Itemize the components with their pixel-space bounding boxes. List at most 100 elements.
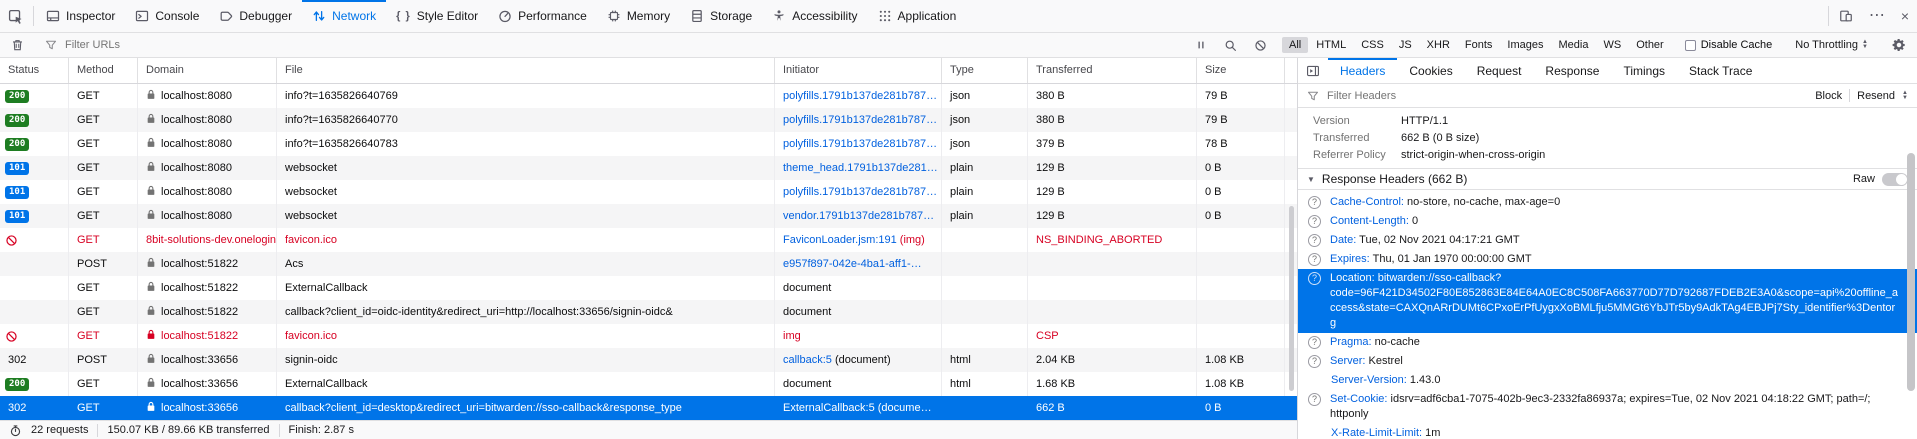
requests-scrollbar-thumb[interactable] [1289, 206, 1294, 391]
disable-cache-control[interactable]: Disable Cache [1678, 39, 1780, 51]
filter-all[interactable]: All [1282, 37, 1308, 53]
header-row[interactable]: X-Rate-Limit-Limit: 1m [1298, 424, 1917, 439]
initiator-link[interactable]: theme_head.1791b137de281… [783, 162, 938, 174]
filter-urls-input[interactable] [63, 38, 363, 52]
pause-traffic-button[interactable] [1187, 39, 1215, 51]
filter-css[interactable]: CSS [1354, 37, 1391, 53]
initiator-link[interactable]: polyfills.1791b137de281b787… [783, 186, 937, 198]
initiator-link[interactable]: vendor.1791b137de281b787… [783, 210, 934, 222]
cell-transferred: 662 B [1028, 396, 1197, 420]
column-header-size[interactable]: Size [1197, 58, 1285, 83]
filter-html[interactable]: HTML [1309, 37, 1353, 53]
column-header-type[interactable]: Type [942, 58, 1028, 83]
help-icon[interactable]: ? [1308, 196, 1321, 209]
raw-toggle[interactable] [1882, 173, 1908, 186]
request-row[interactable]: 101GETlocalhost:8080websocketvendor.1791… [0, 204, 1297, 228]
cell-initiator: document [775, 372, 942, 396]
filter-media[interactable]: Media [1552, 37, 1596, 53]
request-row[interactable]: 200GETlocalhost:8080info?t=1635826640770… [0, 108, 1297, 132]
tab-storage[interactable]: Storage [680, 0, 762, 32]
throttling-select[interactable]: No Throttling ▲▼ [1786, 39, 1877, 51]
details-tab-headers[interactable]: Headers [1328, 58, 1397, 83]
request-row[interactable]: 302POSTlocalhost:33656signin-oidccallbac… [0, 348, 1297, 372]
initiator-link[interactable]: callback:5 [783, 354, 832, 366]
request-row[interactable]: GETlocalhost:51822favicon.icoimgCSP [0, 324, 1297, 348]
request-row[interactable]: GETlocalhost:51822callback?client_id=oid… [0, 300, 1297, 324]
tab-application[interactable]: Application [868, 0, 967, 32]
tab-debugger[interactable]: Debugger [209, 0, 302, 32]
header-row[interactable]: Server-Version: 1.43.0 [1298, 371, 1917, 390]
request-row[interactable]: 200GETlocalhost:8080info?t=1635826640783… [0, 132, 1297, 156]
initiator-link[interactable]: polyfills.1791b137de281b787… [783, 114, 937, 126]
header-row[interactable]: ?Location: bitwarden://sso-callback?code… [1298, 269, 1917, 333]
help-icon[interactable]: ? [1308, 355, 1321, 368]
request-row[interactable]: 101GETlocalhost:8080websocketpolyfills.1… [0, 180, 1297, 204]
request-row[interactable]: 101GETlocalhost:8080websockettheme_head.… [0, 156, 1297, 180]
initiator-link[interactable]: e957f897-042e-4ba1-aff1-… [783, 258, 922, 270]
header-row[interactable]: ?Set-Cookie: idsrv=adf6cba1-7075-402b-9e… [1298, 390, 1917, 424]
details-scrollbar-thumb[interactable] [1907, 153, 1915, 391]
request-row[interactable]: 200GETlocalhost:33656ExternalCallbackdoc… [0, 372, 1297, 396]
column-header-method[interactable]: Method [69, 58, 138, 83]
filter-images[interactable]: Images [1500, 37, 1550, 53]
split-console-button[interactable] [1298, 58, 1328, 83]
header-row[interactable]: ?Server: Kestrel [1298, 352, 1917, 371]
filter-js[interactable]: JS [1392, 37, 1419, 53]
close-devtools-button[interactable]: × [1893, 0, 1917, 32]
help-icon[interactable]: ? [1308, 272, 1321, 285]
resend-button[interactable]: Resend [1857, 90, 1895, 102]
details-tab-cookies[interactable]: Cookies [1397, 58, 1464, 83]
initiator-link[interactable]: polyfills.1791b137de281b787… [783, 90, 937, 102]
tab-accessibility[interactable]: Accessibility [762, 0, 867, 32]
help-icon[interactable]: ? [1308, 393, 1321, 406]
tab-network[interactable]: Network [302, 0, 386, 32]
block-requests-button[interactable] [1246, 39, 1275, 52]
filter-other[interactable]: Other [1629, 37, 1671, 53]
column-header-transferred[interactable]: Transferred [1028, 58, 1197, 83]
column-header-domain[interactable]: Domain [138, 58, 277, 83]
responsive-design-button[interactable] [1831, 0, 1861, 32]
filter-urls-box[interactable] [37, 38, 1187, 52]
tab-style-editor[interactable]: { }Style Editor [386, 0, 488, 32]
filter-xhr[interactable]: XHR [1420, 37, 1457, 53]
column-header-status[interactable]: Status [0, 58, 69, 83]
column-header-file[interactable]: File [277, 58, 775, 83]
network-settings-button[interactable] [1884, 38, 1914, 52]
initiator-link[interactable]: FaviconLoader.jsm:191 [783, 234, 897, 246]
column-header-initiator[interactable]: Initiator [775, 58, 942, 83]
tab-memory[interactable]: Memory [597, 0, 680, 32]
details-tab-response[interactable]: Response [1533, 58, 1611, 83]
header-row[interactable]: ?Date: Tue, 02 Nov 2021 04:17:21 GMT [1298, 231, 1917, 250]
filter-ws[interactable]: WS [1596, 37, 1628, 53]
initiator-link[interactable]: polyfills.1791b137de281b787… [783, 138, 937, 150]
request-row[interactable]: 200GETlocalhost:8080info?t=1635826640769… [0, 84, 1297, 108]
help-icon[interactable]: ? [1308, 253, 1321, 266]
request-row[interactable]: 302GETlocalhost:33656callback?client_id=… [0, 396, 1297, 420]
header-row[interactable]: ?Pragma: no-cache [1298, 333, 1917, 352]
tab-console[interactable]: Console [125, 0, 209, 32]
help-icon[interactable]: ? [1308, 234, 1321, 247]
header-row[interactable]: ?Content-Length: 0 [1298, 212, 1917, 231]
node-picker-button[interactable] [0, 0, 31, 32]
help-icon[interactable]: ? [1308, 336, 1321, 349]
details-tab-request[interactable]: Request [1465, 58, 1534, 83]
filter-headers-input[interactable] [1325, 89, 1525, 103]
tab-inspector[interactable]: Inspector [36, 0, 125, 32]
response-headers-section[interactable]: ▼ Response Headers (662 B) Raw [1298, 168, 1917, 190]
details-tab-timings[interactable]: Timings [1611, 58, 1677, 83]
clear-requests-button[interactable] [3, 38, 32, 52]
header-row[interactable]: ?Cache-Control: no-store, no-cache, max-… [1298, 193, 1917, 212]
headers-actions: Block Resend ▲▼ [1815, 89, 1908, 102]
filter-fonts[interactable]: Fonts [1458, 37, 1500, 53]
disable-cache-checkbox[interactable] [1685, 40, 1696, 51]
request-row[interactable]: GETlocalhost:51822ExternalCallbackdocume… [0, 276, 1297, 300]
request-row[interactable]: GET8bit-solutions-dev.onelogin.…favicon.… [0, 228, 1297, 252]
search-requests-button[interactable] [1216, 39, 1245, 52]
details-tab-stack-trace[interactable]: Stack Trace [1677, 58, 1764, 83]
request-row[interactable]: POSTlocalhost:51822Acse957f897-042e-4ba1… [0, 252, 1297, 276]
toolbox-menu-button[interactable]: ⋯ [1861, 0, 1893, 32]
block-url-button[interactable]: Block [1815, 90, 1842, 102]
header-row[interactable]: ?Expires: Thu, 01 Jan 1970 00:00:00 GMT [1298, 250, 1917, 269]
help-icon[interactable]: ? [1308, 215, 1321, 228]
tab-performance[interactable]: Performance [488, 0, 597, 32]
